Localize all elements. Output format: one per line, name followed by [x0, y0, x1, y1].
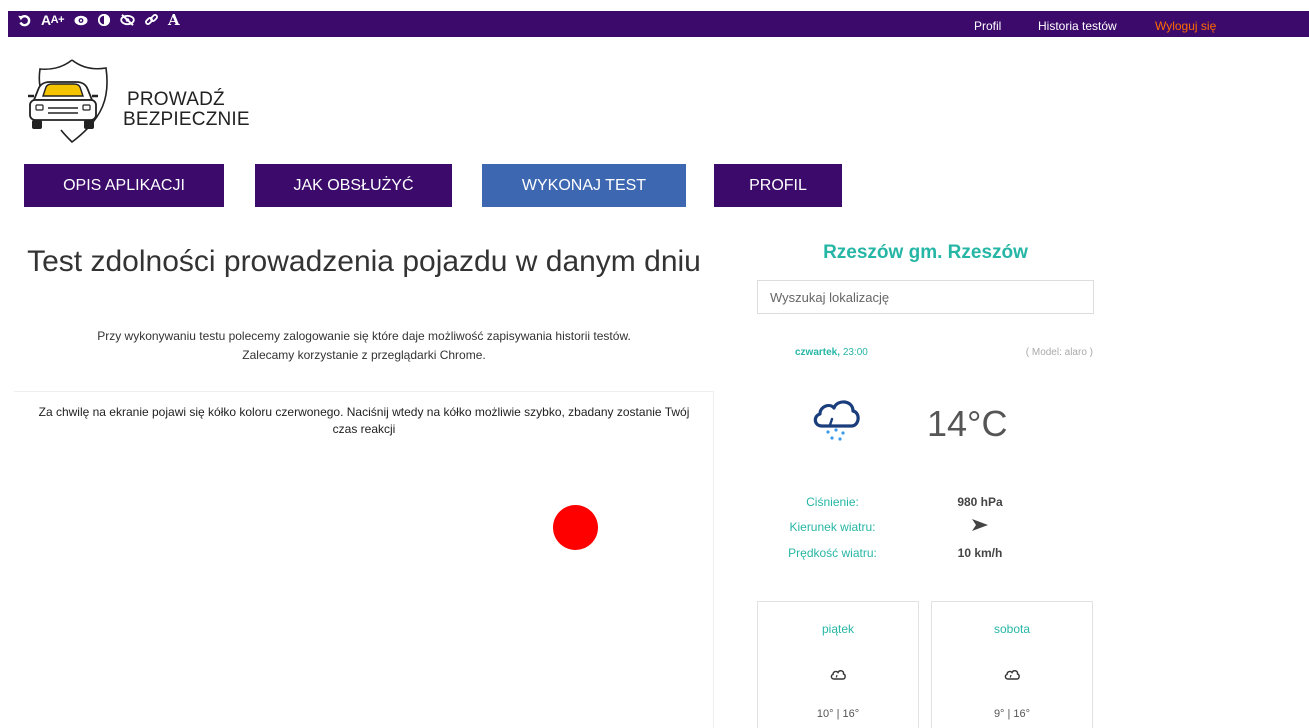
nav-wykonaj-test[interactable]: WYKONAJ TEST — [482, 164, 686, 207]
weather-time: 23:00 — [842, 347, 868, 358]
wind-speed-label: Prędkość wiatru: — [788, 546, 877, 560]
forecast-day: piątek — [821, 622, 855, 636]
top-links: Profil Historia testów Wyloguj się — [8, 19, 1309, 33]
page-title: Test zdolności prowadzenia pojazdu w dan… — [27, 245, 701, 278]
shield-car-icon — [28, 59, 108, 144]
forecast-temp: 9° | 16° — [993, 708, 1031, 720]
weather-city: Rzeszów gm. Rzeszów — [823, 242, 1028, 263]
weather-day-time: czwartek, 23:00 — [795, 347, 868, 358]
cloud-rain-icon — [811, 394, 861, 447]
location-search-input[interactable] — [757, 280, 1094, 314]
arrow-right-icon — [945, 518, 1015, 535]
forecast-card: sobota 9° | 16° — [931, 601, 1093, 728]
forecast-day: sobota — [993, 622, 1031, 636]
subtitle-login: Przy wykonywaniu testu polecemy zalogowa… — [97, 329, 631, 343]
test-instruction: Za chwilę na ekranie pojawi się kółko ko… — [38, 405, 690, 436]
subtitle-browser: Zalecamy korzystanie z przeglądarki Chro… — [242, 348, 486, 362]
cloud-icon — [1004, 668, 1020, 686]
weather-model: ( Model: alaro ) — [1025, 347, 1093, 358]
nav-profil[interactable]: PROFIL — [714, 164, 842, 207]
cloud-icon — [830, 668, 846, 686]
pressure-label: Ciśnienie: — [806, 495, 859, 509]
nav-jak-obsluzyc[interactable]: JAK OBSŁUŻYĆ — [255, 164, 452, 207]
wind-direction-label: Kierunek wiatru: — [789, 520, 876, 534]
forecast-card: piątek 10° | 16° — [757, 601, 919, 728]
pressure-value: 980 hPa — [957, 495, 1003, 509]
history-link[interactable]: Historia testów — [1038, 19, 1117, 33]
weather-day: czwartek, — [795, 347, 841, 358]
logo[interactable]: PROWADŹ BEZPIECZNIE — [28, 56, 258, 151]
logo-text: PROWADŹ BEZPIECZNIE — [123, 90, 250, 130]
wind-speed-value: 10 km/h — [957, 546, 1003, 560]
logo-line-1: PROWADŹ — [127, 89, 225, 110]
profile-link[interactable]: Profil — [974, 19, 1001, 33]
nav-opis-aplikacji[interactable]: OPIS APLIKACJI — [24, 164, 224, 207]
logo-line-2: BEZPIECZNIE — [123, 109, 250, 130]
logout-link[interactable]: Wyloguj się — [1155, 19, 1216, 33]
red-circle-target[interactable] — [553, 505, 598, 550]
test-area[interactable]: Za chwilę na ekranie pojawi się kółko ko… — [14, 391, 714, 728]
forecast-temp: 10° | 16° — [816, 708, 860, 720]
weather-temperature: 14°C — [927, 403, 1008, 444]
top-bar: A A+ A Profil Historia testów Wyloguj się — [8, 11, 1309, 37]
